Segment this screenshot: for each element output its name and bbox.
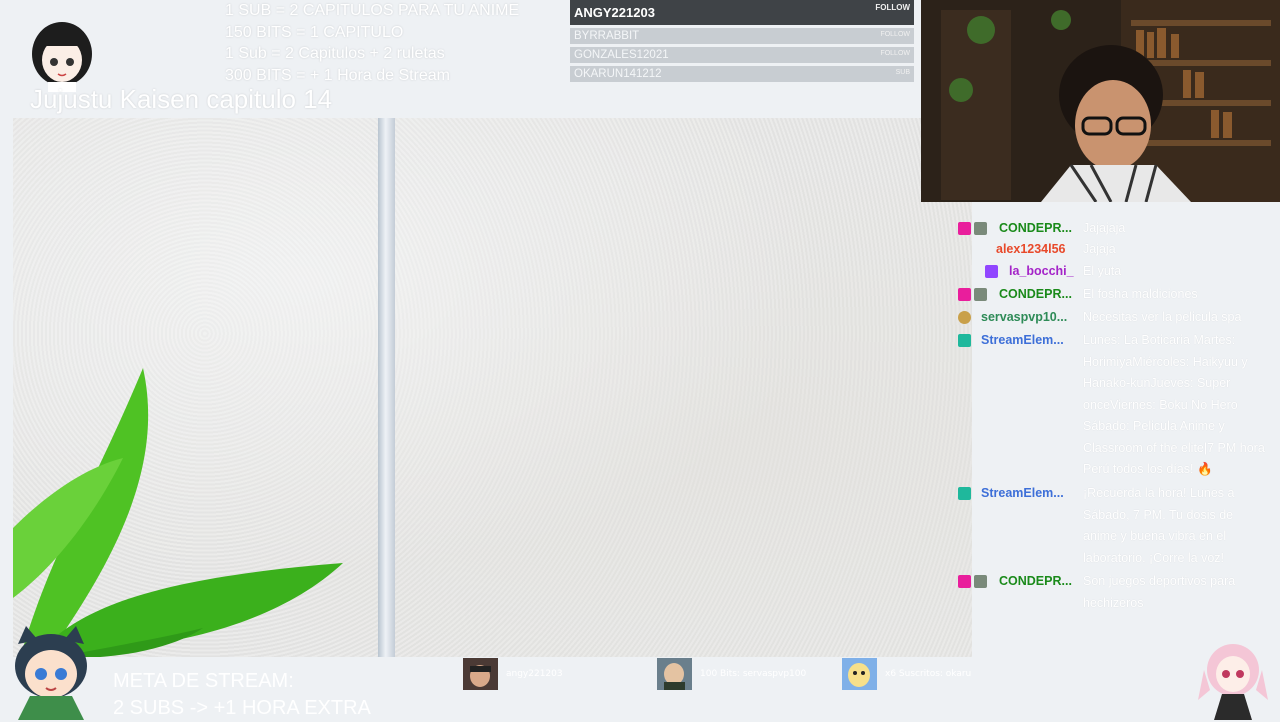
chat-text: Lunes: La Boticaria Martes: HorimiyaMiér…: [1083, 333, 1265, 476]
promo-line: 1 Sub = 2 Capitulos + 2 ruletas: [225, 45, 445, 62]
chat-message: StreamElem... Lunes: La Boticaria Martes…: [955, 330, 1275, 483]
chat-username[interactable]: CONDEPR...: [999, 571, 1072, 593]
chat-text: ¡Recuerda la hora! Lunes a Sábado, 7 PM.…: [1083, 486, 1235, 565]
plant-leaves: [13, 368, 343, 657]
promo-line: 300 BITS = + 1 Hora de Stream: [225, 66, 451, 84]
promo-line: 150 BITS = 1 CAPITULO: [225, 23, 404, 41]
chat-message: la_bocchi_ El yuta: [955, 261, 1275, 284]
video-frame: [13, 118, 972, 657]
supporter-entry: angy221203: [463, 658, 563, 690]
bot-badge-icon: [958, 334, 971, 347]
chat-text: Jajajaja: [1083, 221, 1126, 235]
chat-username[interactable]: CONDEPR...: [999, 218, 1072, 240]
chat-message: StreamElem... ¡Recuerda la hora! Lunes a…: [955, 483, 1275, 571]
chat-text: El fosha maldiciones: [1083, 287, 1198, 301]
chat-panel: CONDEPR... Jajajaja alex1234l56 Jajaja l…: [955, 218, 1275, 615]
supporter-entry: x6 Suscritos: okaru: [842, 658, 971, 690]
event-name: ANGY221203: [574, 5, 655, 20]
gift-badge-icon: [974, 575, 987, 588]
gift-badge-icon: [974, 222, 987, 235]
chat-username[interactable]: StreamElem...: [981, 483, 1064, 505]
chat-text: Necesitas ver la pelicula spa: [1083, 310, 1242, 324]
latest-event: ANGY221203 FOLLOW: [570, 0, 914, 25]
gift-badge-icon: [974, 288, 987, 301]
supporter-label: x6 Suscritos: okaru: [885, 669, 972, 679]
recent-events-panel: ANGY221203 FOLLOW BYRRABBIT FOLLOW GONZA…: [570, 0, 914, 85]
heart-badge-icon: [958, 222, 971, 235]
event-name: BYRRABBIT: [574, 30, 640, 42]
chat-username[interactable]: StreamElem...: [981, 330, 1064, 352]
promo-line: 1 SUB = 2 CAPITULOS PARA TU ANIME: [225, 2, 520, 19]
chat-message: CONDEPR... Jajajaja: [955, 218, 1275, 239]
bot-badge-icon: [958, 487, 971, 500]
event-type: FOLLOW: [880, 31, 910, 38]
shield-badge-icon: [958, 311, 971, 324]
event-type: FOLLOW: [875, 3, 910, 12]
event-row: OKARUN141212 SUB: [570, 66, 914, 82]
chat-message: CONDEPR... El fosha maldiciones: [955, 284, 1275, 307]
event-row: BYRRABBIT FOLLOW: [570, 28, 914, 44]
chat-username[interactable]: la_bocchi_: [1009, 261, 1074, 283]
twitch-badge-icon: [985, 265, 998, 278]
supporter-label: angy221203: [506, 669, 563, 679]
supporter-entry: 100 Bits: servaspvp100: [657, 658, 806, 690]
heart-badge-icon: [958, 575, 971, 588]
heart-badge-icon: [958, 288, 971, 301]
supporter-label: 100 Bits: servaspvp100: [700, 669, 807, 679]
event-name: OKARUN141212: [574, 68, 662, 80]
chat-message: alex1234l56 Jajaja: [955, 239, 1275, 261]
supporter-avatar: [463, 658, 498, 690]
event-type: SUB: [895, 69, 910, 76]
event-type: FOLLOW: [880, 50, 910, 57]
chat-message: CONDEPR... Son juegos deportivos para he…: [955, 571, 1275, 615]
webcam-image: [921, 0, 1280, 202]
promo-text-block: 1 SUB = 2 CAPITULOS PARA TU ANIME 150 BI…: [225, 0, 519, 86]
goal-line: 2 SUBS -> +1 HORA EXTRA: [113, 697, 371, 719]
chat-username[interactable]: servaspvp10...: [981, 307, 1067, 329]
chat-text: Son juegos deportivos para hechizeros: [1083, 574, 1236, 610]
chibi-mascot-right: [1198, 644, 1268, 720]
streamer-mascot-avatar: [32, 22, 92, 92]
stream-goal: META DE STREAM: 2 SUBS -> +1 HORA EXTRA: [113, 668, 371, 722]
chat-message: servaspvp10... Necesitas ver la pelicula…: [955, 307, 1275, 330]
chat-text: El yuta: [1083, 264, 1122, 278]
event-name: GONZALES12021: [574, 49, 669, 61]
goal-line: META DE STREAM:: [113, 670, 294, 692]
supporter-avatar: [657, 658, 692, 690]
chat-text: Jajaja: [1083, 242, 1116, 256]
pole-in-scene: [378, 118, 395, 657]
chibi-mascot-left: [15, 626, 87, 720]
episode-title: Jujustu Kaisen capitulo 14: [30, 84, 333, 114]
webcam-feed: [921, 0, 1280, 202]
chat-username[interactable]: CONDEPR...: [999, 284, 1072, 306]
chat-username[interactable]: alex1234l56: [996, 239, 1066, 261]
event-row: GONZALES12021 FOLLOW: [570, 47, 914, 63]
supporter-avatar: [842, 658, 877, 690]
